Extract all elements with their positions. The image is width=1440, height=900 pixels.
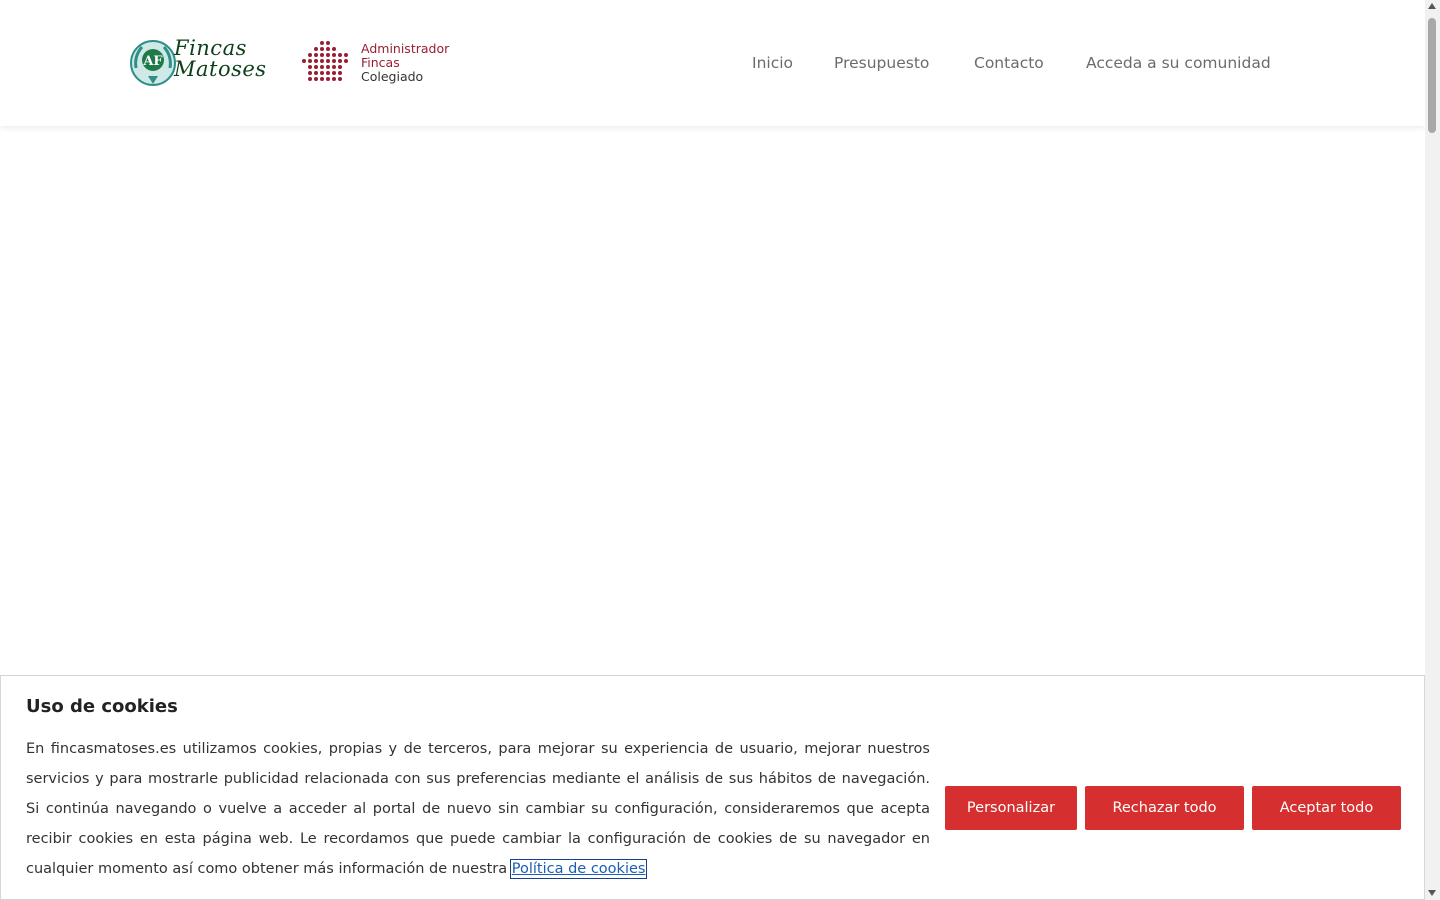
nav-presupuesto[interactable]: Presupuesto [834, 54, 929, 72]
dot-grid-icon [302, 41, 348, 81]
cookie-banner-title: Uso de cookies [26, 696, 178, 717]
admin-logo-line3: Colegiado [361, 69, 424, 84]
nav-contacto[interactable]: Contacto [974, 54, 1044, 72]
scroll-up-icon[interactable] [1428, 3, 1436, 9]
nav-acceda-comunidad[interactable]: Acceda a su comunidad [1086, 54, 1271, 72]
site-header: AF Fincas Matoses Administrador Fincas C… [0, 0, 1425, 126]
reject-all-button[interactable]: Rechazar todo [1085, 786, 1244, 830]
cookie-body-text: En fincasmatoses.es utilizamos cookies, … [26, 741, 930, 877]
accept-all-button[interactable]: Aceptar todo [1252, 786, 1401, 830]
cookie-policy-link[interactable]: Política de cookies [509, 859, 648, 879]
fincas-matoses-wordmark: Fincas Matoses [174, 38, 267, 81]
customize-button[interactable]: Personalizar [945, 786, 1077, 830]
scroll-down-icon[interactable] [1428, 890, 1436, 896]
admin-logo-line2: Fincas [361, 55, 400, 70]
logo-line-matoses: Matoses [174, 57, 267, 81]
svg-text:AF: AF [142, 54, 163, 69]
laurel-emblem-icon: AF [130, 40, 176, 86]
fincas-matoses-logo[interactable]: AF Fincas Matoses [128, 38, 266, 88]
page-scrollbar[interactable] [1425, 0, 1440, 900]
administrador-fincas-logo[interactable]: Administrador Fincas Colegiado [300, 40, 460, 88]
admin-logo-line1: Administrador [361, 41, 450, 56]
nav-inicio[interactable]: Inicio [752, 54, 793, 72]
cookie-banner: Uso de cookies En fincasmatoses.es utili… [0, 675, 1425, 900]
scrollbar-thumb[interactable] [1428, 18, 1436, 133]
cookie-banner-text: En fincasmatoses.es utilizamos cookies, … [26, 734, 930, 884]
